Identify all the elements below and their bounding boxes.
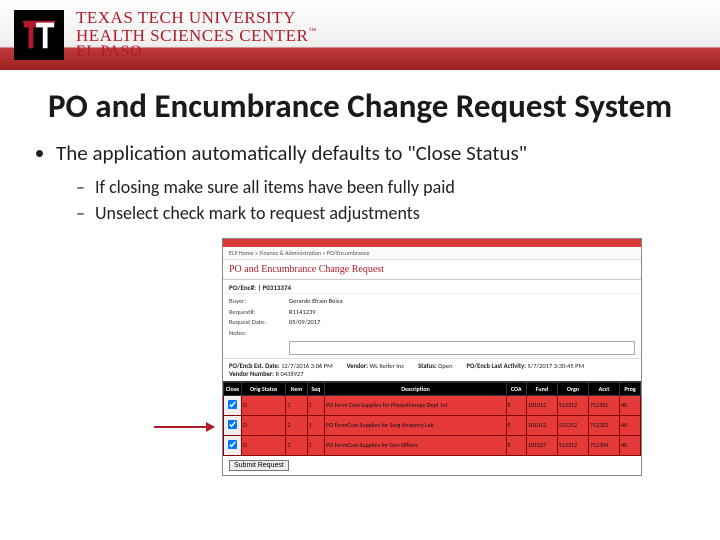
po-meta-row: PO/Encb Est. Date: 12/7/2016 3:06 PM Ven… — [223, 359, 641, 382]
close-checkbox[interactable] — [228, 420, 237, 429]
brand-text: TEXAS TECH UNIVERSITY HEALTH SCIENCES CE… — [76, 9, 317, 61]
submit-request-button[interactable]: Submit Request — [229, 460, 289, 471]
page-title: PO and Encumbrance Change Request — [223, 260, 641, 280]
breadcrumb[interactable]: ELP Home » Finance & Administration » PO… — [223, 247, 641, 260]
detail-fields: Buyer:Gerardo Efrain Beisa Request#:R114… — [223, 294, 641, 359]
col-seq: Seq — [307, 382, 325, 395]
col-orig-status: Orig Status — [242, 382, 286, 395]
col-close: Close — [224, 382, 242, 395]
close-checkbox[interactable] — [228, 400, 237, 409]
sub-bullet-1: If closing make sure all items have been… — [76, 176, 686, 198]
close-checkbox[interactable] — [228, 440, 237, 449]
brand-line-1: TEXAS TECH UNIVERSITY — [76, 9, 317, 27]
callout-arrow — [154, 426, 214, 428]
po-number-row: PO/Enc#: | P0313374 — [223, 280, 641, 294]
table-row: O31PO FormCost-Supplies for Gen OfficesE… — [224, 435, 641, 455]
table-row: O21PO FormCost-Supplies for Surg Anatomy… — [224, 415, 641, 435]
items-table: Close Orig Status Item Seq Description C… — [223, 382, 641, 456]
col-orgn: Orgn — [557, 382, 588, 395]
app-red-bar — [223, 239, 641, 247]
slide-title: PO and Encumbrance Change Request System — [0, 88, 720, 126]
brand-line-2: HEALTH SCIENCES CENTER™ — [76, 27, 317, 45]
col-fund: Fund — [526, 382, 557, 395]
table-row: O11PO Form Cost-Supplies for Physiothera… — [224, 395, 641, 415]
double-t-logo — [14, 10, 64, 60]
embedded-screenshot: ELP Home » Finance & Administration » PO… — [222, 238, 642, 476]
sub-bullet-2: Unselect check mark to request adjustmen… — [76, 202, 686, 224]
brand-line-3: EL PASO — [76, 44, 317, 61]
col-coa: COA — [506, 382, 526, 395]
col-item: Item — [286, 382, 307, 395]
slide-body: The application automatically defaults t… — [0, 126, 720, 476]
col-acct: Acct — [588, 382, 619, 395]
notes-input[interactable] — [289, 341, 635, 355]
main-bullet: The application automatically defaults t… — [56, 140, 686, 166]
col-description: Description — [325, 382, 507, 395]
brand-header: TEXAS TECH UNIVERSITY HEALTH SCIENCES CE… — [0, 0, 720, 70]
col-prog: Prog — [620, 382, 641, 395]
